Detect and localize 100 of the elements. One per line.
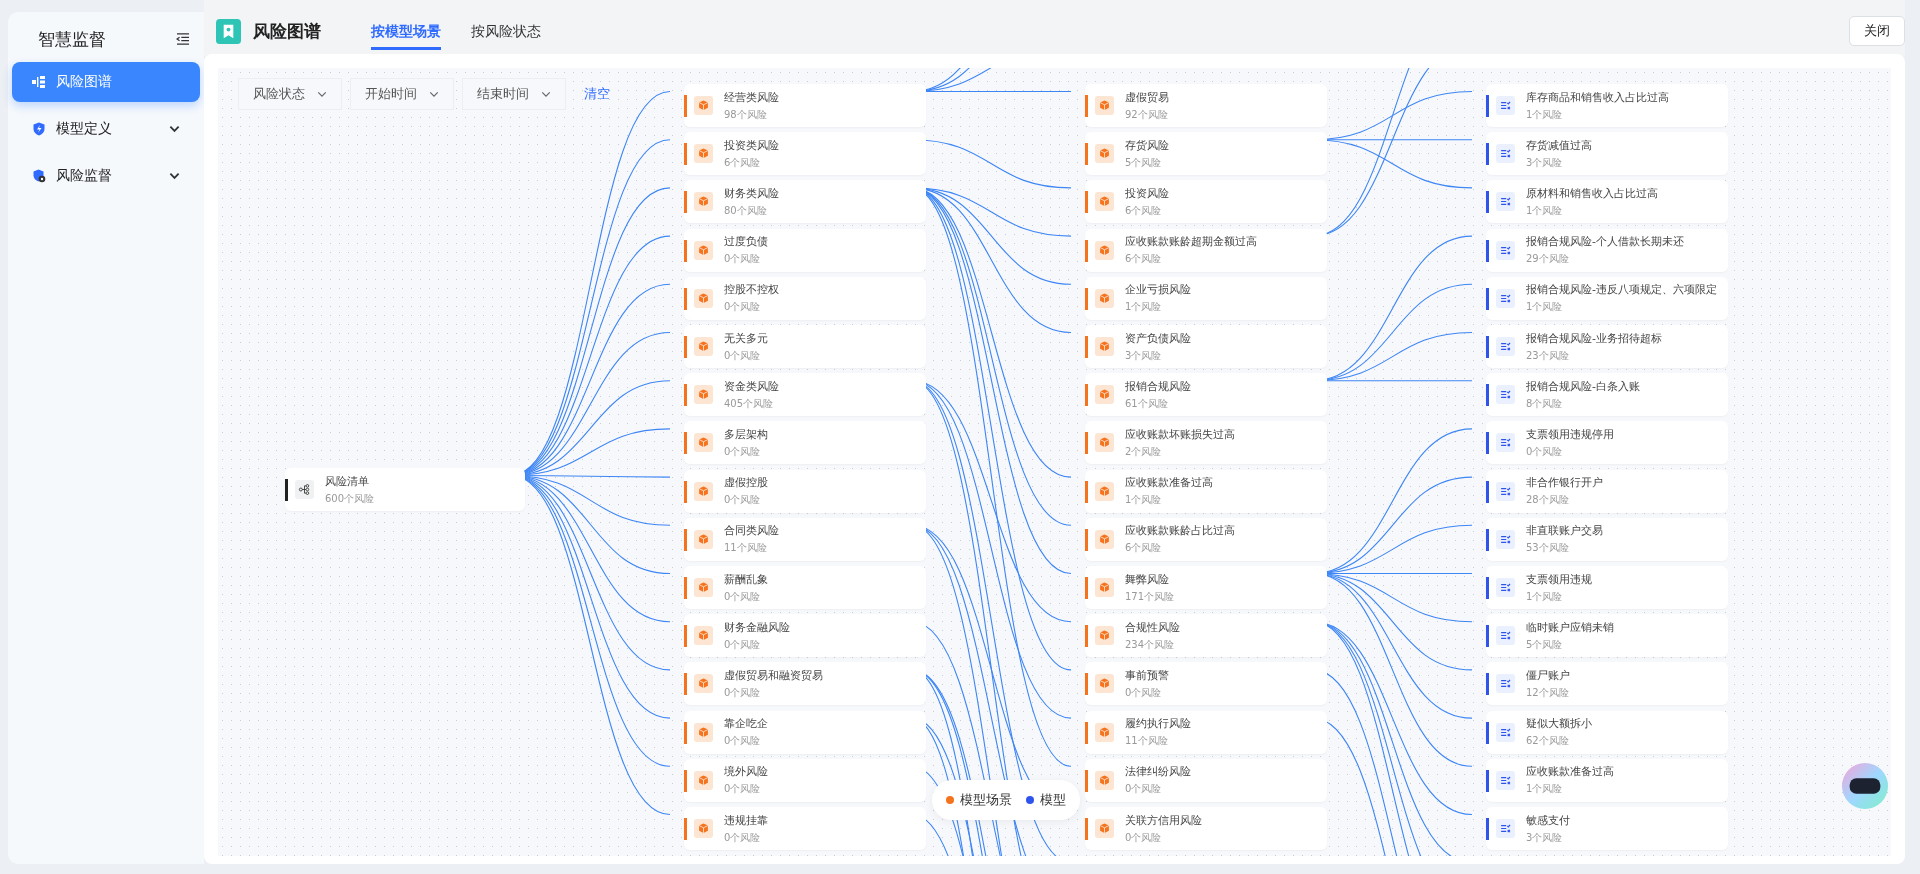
- risk-count: 3个风险: [1526, 830, 1564, 845]
- risk-count: 80个风险: [724, 203, 768, 218]
- node-card[interactable]: 虚假贸易和融资贸易 0个风险: [684, 662, 926, 706]
- cube-icon: [694, 337, 713, 356]
- node-card[interactable]: 多层架构 0个风险: [684, 421, 926, 465]
- risk-count: 61个风险: [1125, 396, 1169, 411]
- risk-count: 12个风险: [1526, 685, 1570, 700]
- node-name: 报销合规风险-个人借款长期未还: [1526, 234, 1684, 250]
- node-card[interactable]: 企业亏损风险 1个风险: [1085, 276, 1327, 320]
- node-card[interactable]: 资金类风险 405个风险: [684, 373, 926, 417]
- node-card[interactable]: 报销合规风险-白条入账 8个风险: [1486, 373, 1728, 417]
- chevron-down-icon: [429, 90, 439, 98]
- risk-count: 0个风险: [1125, 685, 1163, 700]
- risk-count: 5个风险: [1526, 637, 1564, 652]
- cube-icon: [1095, 674, 1114, 694]
- shield-icon: [32, 122, 46, 136]
- node-name: 合规性风险: [1125, 619, 1180, 635]
- node-card[interactable]: 违规挂靠 0个风险: [684, 807, 926, 850]
- node-name: 报销合规风险-业务招待超标: [1526, 330, 1662, 346]
- node-name: 存货风险: [1125, 137, 1169, 153]
- node-card[interactable]: 投资类风险 6个风险: [684, 132, 926, 176]
- node-card[interactable]: 过度负债 0个风险: [684, 228, 926, 272]
- node-name: 报销合规风险-白条入账: [1526, 378, 1640, 394]
- tab[interactable]: 按模型场景: [371, 12, 441, 50]
- cube-icon: [694, 578, 713, 597]
- node-card[interactable]: 非合作银行开户 28个风险: [1486, 469, 1728, 513]
- node-card[interactable]: 报销合规风险-个人借款长期未还 29个风险: [1486, 228, 1728, 272]
- node-card[interactable]: 法律纠纷风险 0个风险: [1085, 758, 1327, 802]
- cube-icon: [694, 96, 713, 115]
- node-card[interactable]: 薪酬乱象 0个风险: [684, 566, 926, 609]
- risk-count: 234个风险: [1125, 637, 1176, 652]
- cube-icon: [694, 481, 713, 501]
- checklist-icon: [1496, 674, 1515, 694]
- robot-assistant-icon[interactable]: [1841, 762, 1889, 810]
- node-card[interactable]: 投资风险 6个风险: [1085, 180, 1327, 224]
- node-card[interactable]: 应收账款账龄超期金额过高 6个风险: [1085, 228, 1327, 272]
- node-card[interactable]: 临时账户应销未销 5个风险: [1486, 614, 1728, 658]
- node-card[interactable]: 敏感支付 3个风险: [1486, 807, 1728, 850]
- node-card[interactable]: 库存商品和销售收入占比过高 1个风险: [1486, 84, 1728, 127]
- node-card[interactable]: 报销合规风险-违反八项规定、六项限定 1个风险: [1486, 276, 1728, 320]
- node-card[interactable]: 应收账款准备过高 1个风险: [1486, 758, 1728, 802]
- node-card[interactable]: 合规性风险 234个风险: [1085, 614, 1327, 658]
- node-card[interactable]: 财务类风险 80个风险: [684, 180, 926, 224]
- risk-count: 1个风险: [1526, 203, 1564, 218]
- cube-icon: [1095, 770, 1114, 790]
- sidebar-item[interactable]: 风险监督: [12, 156, 200, 196]
- node-card[interactable]: 虚假贸易 92个风险: [1085, 84, 1327, 127]
- sidebar-item[interactable]: 模型定义: [12, 109, 200, 149]
- risk-count: 1个风险: [1526, 782, 1564, 797]
- filter-dropdown[interactable]: 风险状态: [238, 78, 342, 110]
- node-name: 敏感支付: [1526, 812, 1570, 828]
- node-card[interactable]: 风险清单 600个风险: [285, 468, 525, 511]
- node-name: 应收账款坏账损失过高: [1125, 426, 1235, 442]
- node-card[interactable]: 存货减值过高 3个风险: [1486, 132, 1728, 176]
- node-card[interactable]: 僵尸账户 12个风险: [1486, 662, 1728, 706]
- cube-icon: [1095, 337, 1114, 356]
- node-card[interactable]: 报销合规风险-业务招待超标 23个风险: [1486, 325, 1728, 368]
- risk-count: 0个风险: [724, 589, 762, 604]
- menu-collapse-icon[interactable]: [176, 33, 190, 45]
- node-card[interactable]: 控股不控权 0个风险: [684, 276, 926, 320]
- risk-count: 0个风险: [724, 830, 762, 845]
- node-card[interactable]: 关联方信用风险 0个风险: [1085, 807, 1327, 850]
- cube-icon: [694, 626, 713, 646]
- node-card[interactable]: 资产负债风险 3个风险: [1085, 325, 1327, 368]
- node-card[interactable]: 非直联账户交易 53个风险: [1486, 517, 1728, 561]
- tab[interactable]: 按风险状态: [471, 12, 541, 50]
- node-card[interactable]: 报销合规风险 61个风险: [1085, 373, 1327, 417]
- node-name: 投资类风险: [724, 137, 779, 153]
- filter-dropdown[interactable]: 开始时间: [350, 78, 454, 110]
- shield-gear-icon: [32, 169, 46, 183]
- node-name: 虚假控股: [724, 475, 768, 491]
- close-button[interactable]: 关闭: [1849, 16, 1905, 46]
- checklist-icon: [1496, 529, 1515, 549]
- node-card[interactable]: 合同类风险 11个风险: [684, 517, 926, 561]
- node-card[interactable]: 舞弊风险 171个风险: [1085, 566, 1327, 609]
- node-card[interactable]: 存货风险 5个风险: [1085, 132, 1327, 176]
- node-card[interactable]: 境外风险 0个风险: [684, 758, 926, 802]
- risk-count: 0个风险: [724, 734, 762, 749]
- risk-count: 1个风险: [1125, 493, 1163, 508]
- node-card[interactable]: 疑似大额拆小 62个风险: [1486, 710, 1728, 754]
- node-card[interactable]: 财务金融风险 0个风险: [684, 614, 926, 658]
- node-card[interactable]: 原材料和销售收入占比过高 1个风险: [1486, 180, 1728, 224]
- node-card[interactable]: 无关多元 0个风险: [684, 325, 926, 368]
- filter-dropdown[interactable]: 结束时间: [462, 78, 566, 110]
- checklist-icon: [1496, 96, 1515, 115]
- node-card[interactable]: 经营类风险 98个风险: [684, 84, 926, 127]
- node-card[interactable]: 履约执行风险 11个风险: [1085, 710, 1327, 754]
- node-card[interactable]: 靠企吃企 0个风险: [684, 710, 926, 754]
- node-card[interactable]: 支票领用违规 1个风险: [1486, 566, 1728, 609]
- node-card[interactable]: 支票领用违规停用 0个风险: [1486, 421, 1728, 465]
- node-name: 疑似大额拆小: [1526, 716, 1592, 732]
- risk-count: 6个风险: [1125, 252, 1163, 267]
- node-card[interactable]: 应收账款账龄占比过高 6个风险: [1085, 517, 1327, 561]
- node-card[interactable]: 应收账款坏账损失过高 2个风险: [1085, 421, 1327, 465]
- tree-icon: [32, 75, 46, 89]
- node-card[interactable]: 虚假控股 0个风险: [684, 469, 926, 513]
- node-name: 库存商品和销售收入占比过高: [1526, 89, 1669, 105]
- clear-link[interactable]: 清空: [584, 85, 610, 103]
- node-card[interactable]: 应收账款准备过高 1个风险: [1085, 469, 1327, 513]
- node-card[interactable]: 事前预警 0个风险: [1085, 662, 1327, 706]
